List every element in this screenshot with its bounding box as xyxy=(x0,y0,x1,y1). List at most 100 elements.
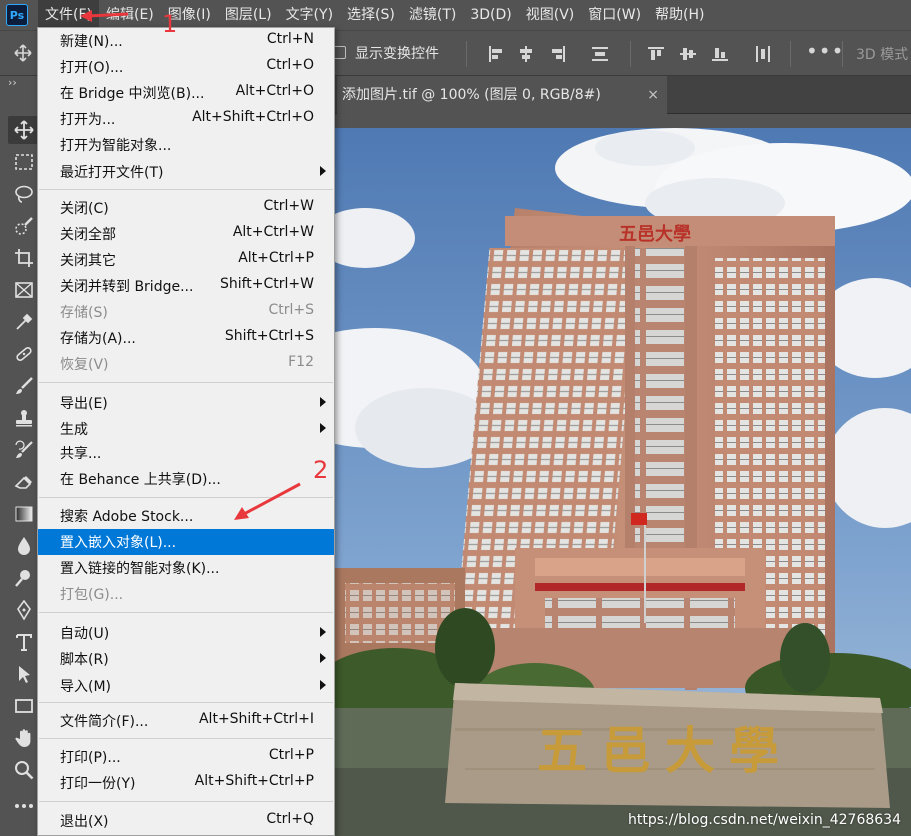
align-right-icon[interactable] xyxy=(549,45,567,63)
distribute-vertical-icon[interactable] xyxy=(591,45,609,63)
pen-tool-icon[interactable] xyxy=(8,596,40,624)
menu-item-share-behance[interactable]: 在 Behance 上共享(D)... xyxy=(38,466,334,492)
menu-item-new[interactable]: 新建(N)... Ctrl+N xyxy=(38,28,334,54)
menu-item-open[interactable]: 打开(O)... Ctrl+O xyxy=(38,54,334,80)
frame-tool-icon[interactable] xyxy=(8,276,40,304)
menu-item-scripts[interactable]: 脚本(R) xyxy=(38,646,334,672)
move-tool-icon[interactable] xyxy=(8,116,40,144)
menu-item-close-go-bridge[interactable]: 关闭并转到 Bridge... Shift+Ctrl+W xyxy=(38,273,334,299)
menu-divider xyxy=(39,738,333,739)
menu-item-place-linked[interactable]: 置入链接的智能对象(K)... xyxy=(38,555,334,581)
eraser-icon[interactable] xyxy=(8,468,40,496)
gradient-icon[interactable] xyxy=(8,500,40,528)
submenu-arrow-icon xyxy=(320,397,326,407)
submenu-arrow-icon xyxy=(320,627,326,637)
document-tab[interactable]: 添加图片.tif @ 100% (图层 0, RGB/8#) × xyxy=(337,76,667,114)
options-divider xyxy=(630,41,631,67)
menu-item-export[interactable]: 导出(E) xyxy=(38,390,334,416)
photoshop-logo: Ps xyxy=(6,4,28,26)
distribute-horizontal-icon[interactable] xyxy=(754,45,772,63)
menu-item-import[interactable]: 导入(M) xyxy=(38,673,334,699)
menu-item-close[interactable]: 关闭(C) Ctrl+W xyxy=(38,195,334,221)
brush-tool-icon[interactable] xyxy=(8,372,40,400)
more-tools-icon[interactable] xyxy=(8,792,40,820)
menu-item-print-one-copy[interactable]: 打印一份(Y) Alt+Shift+Ctrl+P xyxy=(38,770,334,796)
menu-item-search-adobe-stock[interactable]: 搜索 Adobe Stock... xyxy=(38,503,334,529)
campus-photo: 五邑大學 五邑大學 xyxy=(335,128,911,836)
dodge-icon[interactable] xyxy=(8,564,40,592)
menu-3d[interactable]: 3D(D) xyxy=(463,0,518,30)
menu-help[interactable]: 帮助(H) xyxy=(648,0,711,30)
menu-item-open-as[interactable]: 打开为... Alt+Shift+Ctrl+O xyxy=(38,106,334,132)
quick-select-icon[interactable] xyxy=(8,212,40,240)
rectangle-tool-icon[interactable] xyxy=(8,692,40,720)
menu-view[interactable]: 视图(V) xyxy=(519,0,582,30)
menu-image[interactable]: 图像(I) xyxy=(161,0,218,30)
menu-item-exit[interactable]: 退出(X) Ctrl+Q xyxy=(38,808,334,834)
align-top-icon[interactable] xyxy=(647,45,665,63)
align-center-icon[interactable] xyxy=(517,45,535,63)
menu-window[interactable]: 窗口(W) xyxy=(581,0,648,30)
menu-item-automate[interactable]: 自动(U) xyxy=(38,620,334,646)
move-options-icon[interactable] xyxy=(14,44,32,66)
blur-icon[interactable] xyxy=(8,532,40,560)
stamp-tool-icon[interactable] xyxy=(8,404,40,432)
menu-item-open-smart-object[interactable]: 打开为智能对象... xyxy=(38,132,334,158)
menu-layer[interactable]: 图层(L) xyxy=(218,0,279,30)
menu-item-print[interactable]: 打印(P)... Ctrl+P xyxy=(38,744,334,770)
building-sign: 五邑大學 xyxy=(619,223,691,245)
menu-item-share[interactable]: 共享... xyxy=(38,440,334,466)
menu-filter[interactable]: 滤镜(T) xyxy=(402,0,463,30)
menu-item-close-all[interactable]: 关闭全部 Alt+Ctrl+W xyxy=(38,221,334,247)
double-chevron-icon[interactable]: ›› xyxy=(8,76,17,89)
path-select-icon[interactable] xyxy=(8,660,40,688)
submenu-arrow-icon xyxy=(320,166,326,176)
menu-divider xyxy=(39,801,333,802)
menu-divider xyxy=(39,382,333,383)
options-divider xyxy=(790,41,791,67)
menu-item-place-embedded[interactable]: 置入嵌入对象(L)... xyxy=(38,529,334,555)
history-brush-icon[interactable] xyxy=(8,436,40,464)
menu-item-file-info[interactable]: 文件简介(F)... Alt+Shift+Ctrl+I xyxy=(38,708,334,734)
menu-item-save-as[interactable]: 存储为(A)... Shift+Ctrl+S xyxy=(38,325,334,351)
marquee-tool-icon[interactable] xyxy=(8,148,40,176)
options-divider xyxy=(842,41,843,67)
align-left-icon[interactable] xyxy=(487,45,505,63)
healing-brush-icon[interactable] xyxy=(8,340,40,368)
menu-divider xyxy=(39,612,333,613)
eyedropper-icon[interactable] xyxy=(8,308,40,336)
align-bottom-icon[interactable] xyxy=(711,45,729,63)
lasso-tool-icon[interactable] xyxy=(8,180,40,208)
photoshop-window: Ps 文件(F) 编辑(E) 图像(I) 图层(L) 文字(Y) 选择(S) 滤… xyxy=(0,0,911,836)
menu-item-generate[interactable]: 生成 xyxy=(38,416,334,442)
menu-item-browse-bridge[interactable]: 在 Bridge 中浏览(B)... Alt+Ctrl+O xyxy=(38,80,334,106)
menu-item-close-others[interactable]: 关闭其它 Alt+Ctrl+P xyxy=(38,247,334,273)
align-middle-icon[interactable] xyxy=(679,45,697,63)
more-options-icon[interactable]: ••• xyxy=(806,39,844,63)
menu-bar: Ps 文件(F) 编辑(E) 图像(I) 图层(L) 文字(Y) 选择(S) 滤… xyxy=(0,0,911,30)
document-tab-title: 添加图片.tif @ 100% (图层 0, RGB/8#) xyxy=(342,87,601,103)
show-transform-label: 显示变换控件 xyxy=(355,46,439,62)
zoom-tool-icon[interactable] xyxy=(8,756,40,784)
hand-tool-icon[interactable] xyxy=(8,724,40,752)
submenu-arrow-icon xyxy=(320,680,326,690)
submenu-arrow-icon xyxy=(320,423,326,433)
close-tab-icon[interactable]: × xyxy=(647,76,659,114)
3d-mode-label: 3D 模式 xyxy=(856,47,909,63)
menu-item-recent-files[interactable]: 最近打开文件(T) xyxy=(38,159,334,185)
file-menu-dropdown: 新建(N)... Ctrl+N 打开(O)... Ctrl+O 在 Bridge 中… xyxy=(37,27,335,836)
document-canvas[interactable]: 五邑大學 五邑大學 https://blog.csdn.net/weixin_4… xyxy=(335,128,911,836)
menu-divider xyxy=(39,189,333,190)
menu-edit[interactable]: 编辑(E) xyxy=(99,0,161,30)
submenu-arrow-icon xyxy=(320,653,326,663)
menu-select[interactable]: 选择(S) xyxy=(340,0,402,30)
stone-sign: 五邑大學 xyxy=(537,721,793,780)
options-divider xyxy=(466,41,467,67)
watermark-text: https://blog.csdn.net/weixin_42768634 xyxy=(627,812,901,828)
menu-type[interactable]: 文字(Y) xyxy=(279,0,340,30)
type-tool-icon[interactable] xyxy=(8,628,40,656)
menu-divider xyxy=(39,497,333,498)
menu-file[interactable]: 文件(F) xyxy=(38,0,99,30)
menu-divider xyxy=(39,702,333,703)
crop-tool-icon[interactable] xyxy=(8,244,40,272)
